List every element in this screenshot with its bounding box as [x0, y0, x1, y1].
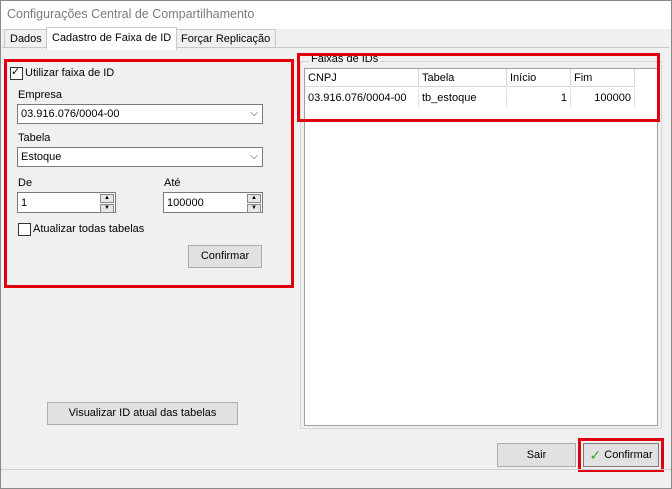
update-all-checkbox[interactable]: [18, 223, 31, 236]
use-range-checkbox[interactable]: ✓: [10, 66, 23, 80]
spin-up-icon[interactable]: ▲: [247, 194, 261, 203]
dialog-window: Configurações Central de Compartilhament…: [0, 0, 672, 489]
de-value: 1: [21, 197, 28, 209]
spin-down-icon[interactable]: ▼: [100, 204, 114, 213]
ate-label: Até: [164, 177, 181, 189]
empresa-value: 03.916.076/0004-00: [21, 108, 120, 120]
de-spinner[interactable]: 1 ▲ ▼: [17, 192, 116, 213]
ranges-grid-highlight: [297, 53, 660, 122]
update-all-label: Atualizar todas tabelas: [33, 223, 145, 235]
de-spin-buttons[interactable]: ▲ ▼: [100, 194, 114, 213]
tab-forcar-replicacao[interactable]: Forçar Replicação: [175, 29, 277, 48]
confirm-range-button[interactable]: Confirmar: [188, 245, 262, 268]
window-title: Configurações Central de Compartilhament…: [7, 7, 255, 21]
empresa-label: Empresa: [18, 89, 63, 101]
ate-value: 100000: [167, 197, 204, 209]
title-bar: Configurações Central de Compartilhament…: [1, 1, 671, 29]
de-label: De: [18, 177, 33, 189]
chevron-down-icon: ⌵: [250, 108, 258, 119]
empresa-select[interactable]: 03.916.076/0004-00 ⌵: [17, 104, 263, 124]
exit-button[interactable]: Sair: [497, 443, 576, 467]
ate-spin-buttons[interactable]: ▲ ▼: [247, 194, 261, 213]
spin-up-icon[interactable]: ▲: [100, 194, 114, 203]
divider: [1, 469, 671, 470]
tabela-label: Tabela: [18, 132, 51, 144]
checkmark-icon: ✓: [589, 447, 602, 464]
ate-spinner[interactable]: 100000 ▲ ▼: [163, 192, 263, 213]
tab-cadastro-faixa-id[interactable]: Cadastro de Faixa de ID: [46, 27, 178, 50]
confirm-button[interactable]: ✓ Confirmar: [583, 443, 659, 467]
view-current-ids-button[interactable]: Visualizar ID atual das tabelas: [47, 402, 238, 425]
confirm-button-label: Confirmar: [604, 449, 653, 461]
use-range-label: Utilizar faixa de ID: [25, 67, 115, 79]
checkmark-icon: ✓: [11, 66, 21, 78]
tabela-select[interactable]: Estoque ⌵: [17, 147, 263, 167]
tabela-value: Estoque: [21, 151, 62, 163]
spin-down-icon[interactable]: ▼: [247, 204, 261, 213]
tab-dados[interactable]: Dados: [4, 29, 48, 48]
chevron-down-icon: ⌵: [250, 151, 258, 162]
